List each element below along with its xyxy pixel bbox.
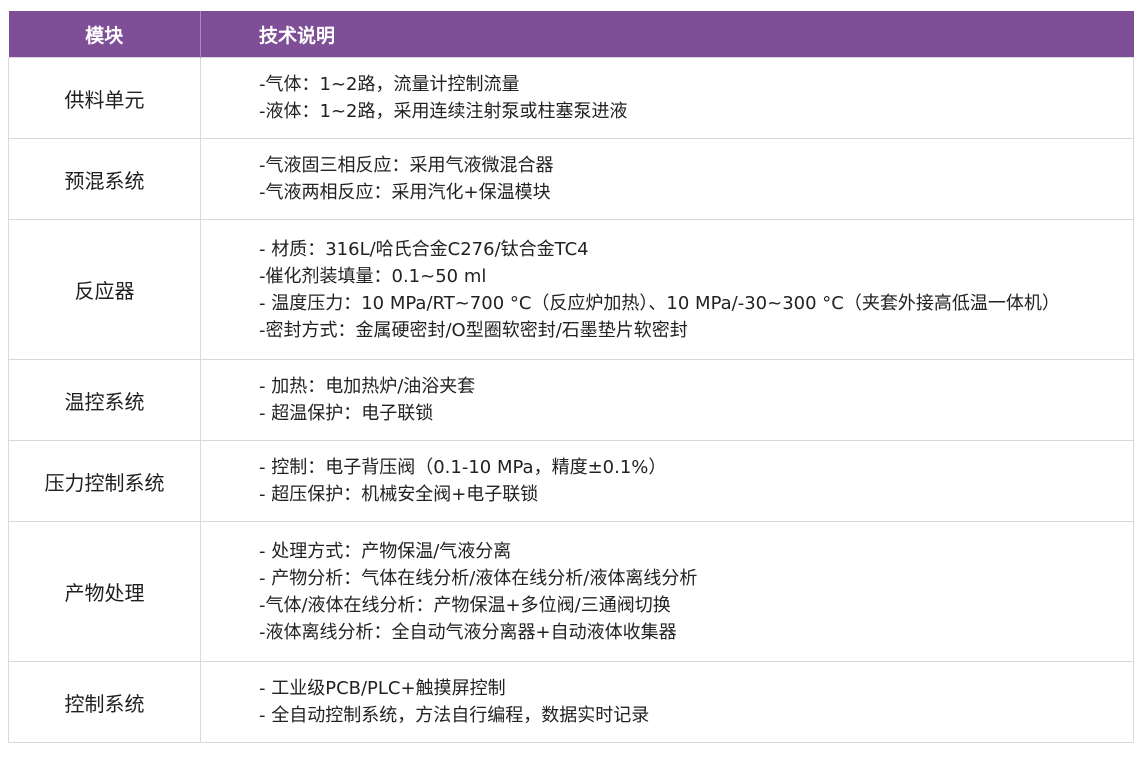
description-line: -气体：1~2路，流量计控制流量: [259, 74, 520, 95]
header-description: 技术说明: [200, 11, 1134, 58]
module-name: 产物处理: [8, 521, 201, 662]
description-cell: -气液固三相反应：采用气液微混合器 -气液两相反应：采用汽化+保温模块: [200, 138, 1134, 220]
table-row: 控制系统 - 工业级PCB/PLC+触摸屏控制 - 全自动控制系统，方法自行编程…: [8, 661, 1134, 743]
description-cell: - 加热：电加热炉/油浴夹套 - 超温保护：电子联锁: [200, 359, 1134, 441]
description-cell: - 控制：电子背压阀（0.1-10 MPa，精度±0.1%） - 超压保护：机械…: [200, 440, 1134, 522]
description-line: -气液两相反应：采用汽化+保温模块: [259, 182, 551, 203]
module-name: 压力控制系统: [8, 440, 201, 522]
spec-table: 模块 技术说明 供料单元 -气体：1~2路，流量计控制流量 -液体：1~2路，采…: [8, 11, 1134, 743]
table-row: 压力控制系统 - 控制：电子背压阀（0.1-10 MPa，精度±0.1%） - …: [8, 440, 1134, 522]
description-cell: - 处理方式：产物保温/气液分离 - 产物分析：气体在线分析/液体在线分析/液体…: [200, 521, 1134, 662]
description-line: - 工业级PCB/PLC+触摸屏控制: [259, 678, 506, 699]
description-line: - 全自动控制系统，方法自行编程，数据实时记录: [259, 705, 650, 726]
table-row: 供料单元 -气体：1~2路，流量计控制流量 -液体：1~2路，采用连续注射泵或柱…: [8, 57, 1134, 139]
description-line: - 超温保护：电子联锁: [259, 403, 434, 424]
module-name: 预混系统: [8, 138, 201, 220]
description-cell: - 工业级PCB/PLC+触摸屏控制 - 全自动控制系统，方法自行编程，数据实时…: [200, 661, 1134, 743]
description-line: - 超压保护：机械安全阀+电子联锁: [259, 484, 539, 505]
module-name: 温控系统: [8, 359, 201, 441]
description-line: -液体：1~2路，采用连续注射泵或柱塞泵进液: [259, 101, 628, 122]
description-line: - 产物分析：气体在线分析/液体在线分析/液体离线分析: [259, 567, 698, 589]
description-line: -气液固三相反应：采用气液微混合器: [259, 155, 554, 176]
description-cell: - 材质：316L/哈氏合金C276/钛合金TC4 -催化剂装填量：0.1~50…: [200, 219, 1134, 360]
description-line: - 控制：电子背压阀（0.1-10 MPa，精度±0.1%）: [259, 457, 667, 478]
description-line: - 加热：电加热炉/油浴夹套: [259, 376, 476, 397]
description-cell: -气体：1~2路，流量计控制流量 -液体：1~2路，采用连续注射泵或柱塞泵进液: [200, 57, 1134, 139]
module-name: 反应器: [8, 219, 201, 360]
description-line: - 温度压力：10 MPa/RT~700 °C（反应炉加热）、10 MPa/-3…: [259, 292, 1060, 314]
description-line: -催化剂装填量：0.1~50 ml: [259, 265, 487, 287]
module-name: 供料单元: [8, 57, 201, 139]
header-row: 模块 技术说明: [8, 11, 1134, 58]
table-row: 预混系统 -气液固三相反应：采用气液微混合器 -气液两相反应：采用汽化+保温模块: [8, 138, 1134, 220]
header-module: 模块: [8, 11, 201, 58]
table-row: 反应器 - 材质：316L/哈氏合金C276/钛合金TC4 -催化剂装填量：0.…: [8, 219, 1134, 360]
description-line: -液体离线分析：全自动气液分离器+自动液体收集器: [259, 621, 677, 643]
module-name: 控制系统: [8, 661, 201, 743]
table-row: 产物处理 - 处理方式：产物保温/气液分离 - 产物分析：气体在线分析/液体在线…: [8, 521, 1134, 662]
description-line: - 处理方式：产物保温/气液分离: [259, 540, 512, 562]
table-row: 温控系统 - 加热：电加热炉/油浴夹套 - 超温保护：电子联锁: [8, 359, 1134, 441]
description-line: -气体/液体在线分析：产物保温+多位阀/三通阀切换: [259, 594, 671, 616]
description-line: -密封方式：金属硬密封/O型圈软密封/石墨垫片软密封: [259, 319, 688, 341]
description-line: - 材质：316L/哈氏合金C276/钛合金TC4: [259, 238, 589, 260]
